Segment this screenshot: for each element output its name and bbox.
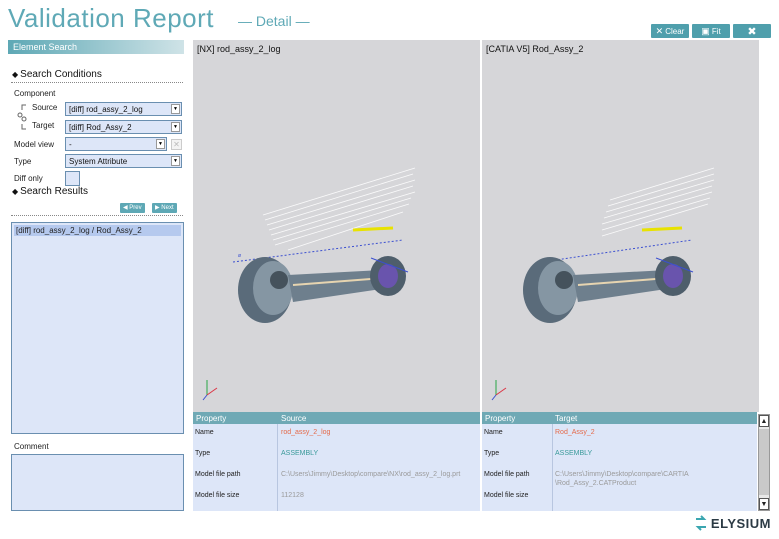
search-conditions-label: Search Conditions bbox=[20, 69, 102, 80]
diff-only-label: Diff only bbox=[14, 174, 43, 183]
table-row-key: Model file path bbox=[484, 471, 530, 478]
component-label: Component bbox=[14, 89, 56, 98]
divider bbox=[11, 82, 183, 83]
clear-label: Clear bbox=[665, 26, 685, 36]
target-property-table: Property Target Name Rod_Assy_2 Type ASS… bbox=[482, 412, 757, 511]
table-row-key: Model file path bbox=[195, 471, 241, 478]
close-icon: ✕ bbox=[655, 25, 664, 36]
source-select[interactable]: [diff] rod_assy_2_log ▼ bbox=[65, 102, 182, 116]
page-subtitle: — Detail — bbox=[238, 13, 310, 29]
table-row-value: ASSEMBLY bbox=[281, 450, 319, 457]
prev-button[interactable]: ◀ Prev bbox=[120, 203, 145, 213]
svg-text:ø: ø bbox=[238, 253, 241, 259]
clear-button[interactable]: ✕ Clear bbox=[651, 24, 689, 38]
table-row-key: Model file size bbox=[195, 492, 240, 499]
fit-icon: ▣ bbox=[701, 25, 710, 36]
target-model-render bbox=[491, 167, 715, 401]
table-row-value: Rod_Assy_2 bbox=[555, 429, 595, 436]
panel-header: Element Search bbox=[8, 40, 184, 54]
column-header-target: Target bbox=[555, 414, 578, 423]
list-item[interactable]: [diff] rod_assy_2_log / Rod_Assy_2 bbox=[14, 225, 181, 236]
model-view-select[interactable]: - ▼ bbox=[65, 137, 167, 151]
dropdown-arrow-icon[interactable]: ▼ bbox=[171, 122, 180, 132]
search-results-label: Search Results bbox=[20, 186, 88, 197]
dropdown-arrow-icon[interactable]: ▼ bbox=[171, 104, 180, 114]
element-search-panel: Element Search ◆ Search Conditions Compon… bbox=[8, 40, 184, 512]
fit-button[interactable]: ▣ Fit bbox=[692, 24, 730, 38]
table-body: Name Rod_Assy_2 Type ASSEMBLY Model file… bbox=[482, 424, 757, 511]
target-select[interactable]: [diff] Rod_Assy_2 ▼ bbox=[65, 120, 182, 134]
page-title: Validation Report bbox=[8, 3, 215, 33]
source-model-render: ø bbox=[202, 167, 416, 401]
table-header: Property Source bbox=[193, 412, 480, 424]
model-view-label: Model view bbox=[14, 140, 55, 149]
table-row-value: rod_assy_2_log bbox=[281, 429, 331, 436]
link-icon bbox=[17, 104, 27, 130]
divider bbox=[11, 215, 183, 216]
column-header-property: Property bbox=[485, 414, 516, 423]
source-value: [diff] rod_assy_2_log bbox=[69, 105, 143, 114]
validation-report-page: Validation Report — Detail — ✕ Clear ▣ Fit… bbox=[0, 0, 779, 539]
scroll-up-icon[interactable]: ▲ bbox=[759, 415, 769, 427]
column-header-property: Property bbox=[196, 414, 227, 423]
source-viewport[interactable]: [NX] rod_assy_2_log ø bbox=[193, 40, 480, 412]
table-body: Name rod_assy_2_log Type ASSEMBLY Model … bbox=[193, 424, 480, 511]
prev-label: Prev bbox=[129, 205, 142, 211]
table-row-key: Type bbox=[195, 450, 211, 457]
toolbar: ✕ Clear ▣ Fit ✖ bbox=[651, 24, 771, 38]
scroll-down-icon[interactable]: ▼ bbox=[759, 498, 769, 510]
type-label: Type bbox=[14, 157, 32, 166]
search-results-heading: ◆ Search Results bbox=[12, 186, 88, 197]
table-row-key: Name bbox=[484, 429, 503, 436]
search-conditions-heading: ◆ Search Conditions bbox=[12, 69, 102, 80]
dropdown-arrow-icon[interactable]: ▼ bbox=[156, 139, 165, 149]
type-value: System Attribute bbox=[69, 157, 128, 166]
target-value: [diff] Rod_Assy_2 bbox=[69, 123, 132, 132]
column-divider bbox=[552, 424, 553, 511]
model-view-value: - bbox=[69, 140, 72, 149]
column-header-source: Source bbox=[281, 414, 307, 423]
next-button[interactable]: ▶ Next bbox=[152, 203, 177, 213]
type-select[interactable]: System Attribute ▼ bbox=[65, 154, 182, 168]
elysium-logo-icon bbox=[695, 515, 707, 531]
table-row-value: ASSEMBLY bbox=[555, 450, 593, 457]
table-row-value: C:\Users\Jimmy\Desktop\compare\CARTIA bbox=[555, 471, 689, 478]
column-divider bbox=[277, 424, 278, 511]
elysium-logo: ELYSIUM bbox=[694, 515, 771, 531]
table-row-value: 112128 bbox=[281, 492, 304, 499]
tools-icon: ✖ bbox=[747, 25, 757, 38]
scroll-thumb[interactable] bbox=[759, 429, 769, 495]
source-property-table: Property Source Name rod_assy_2_log Type… bbox=[193, 412, 480, 511]
tools-button[interactable]: ✖ bbox=[733, 24, 771, 38]
axis-triad-icon bbox=[202, 380, 218, 401]
table-row-value: C:\Users\Jimmy\Desktop\compare\NX\rod_as… bbox=[281, 471, 461, 478]
table-row-key: Name bbox=[195, 429, 214, 436]
dropdown-arrow-icon[interactable]: ▼ bbox=[171, 156, 180, 166]
table-row-key: Model file size bbox=[484, 492, 529, 499]
diff-only-checkbox[interactable] bbox=[65, 171, 80, 186]
axis-triad-icon bbox=[491, 380, 507, 401]
comment-label: Comment bbox=[14, 442, 49, 451]
target-viewport[interactable]: [CATIA V5] Rod_Assy_2 bbox=[482, 40, 759, 412]
target-label: Target bbox=[32, 121, 55, 130]
logo-text: ELYSIUM bbox=[710, 515, 771, 531]
property-scrollbar[interactable]: ▲ ▼ bbox=[758, 414, 770, 511]
model-view-clear-icon[interactable]: ✕ bbox=[171, 139, 182, 150]
comment-field[interactable] bbox=[11, 454, 184, 511]
source-label: Source bbox=[32, 103, 58, 112]
search-results-list[interactable]: [diff] rod_assy_2_log / Rod_Assy_2 bbox=[11, 222, 184, 434]
table-header: Property Target bbox=[482, 412, 757, 424]
next-label: Next bbox=[161, 205, 174, 211]
fit-label: Fit bbox=[711, 26, 721, 36]
table-row-value: \Rod_Assy_2.CATProduct bbox=[555, 480, 637, 487]
table-row-key: Type bbox=[484, 450, 500, 457]
